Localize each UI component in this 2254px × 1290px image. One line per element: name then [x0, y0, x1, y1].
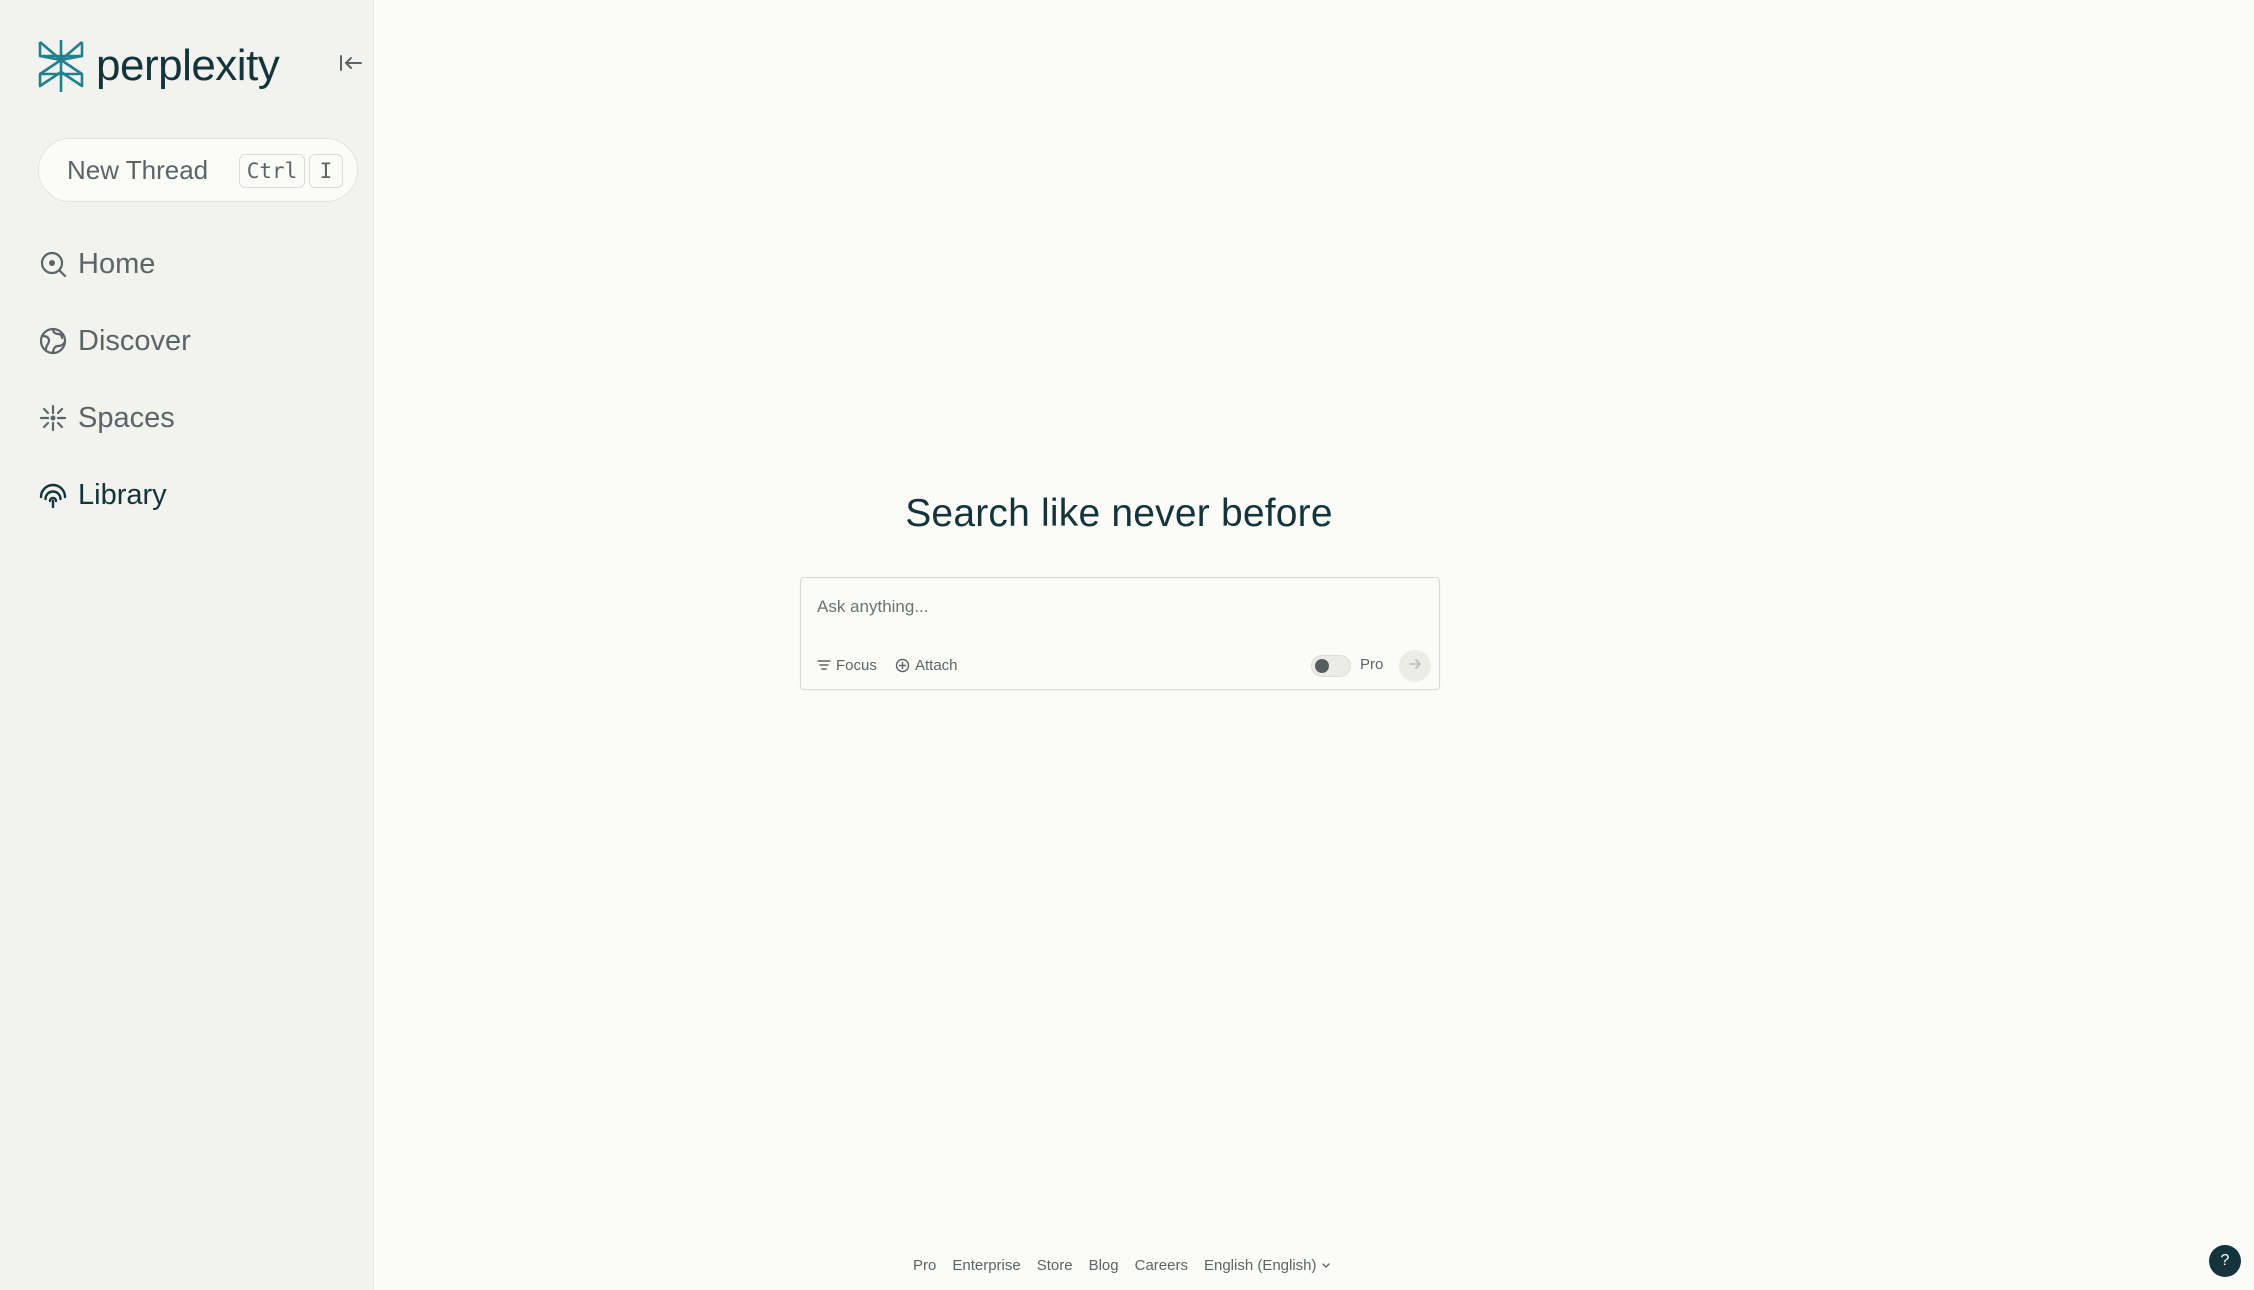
search-input[interactable] [817, 592, 1417, 622]
perplexity-logo-icon [36, 38, 86, 94]
footer-link-store[interactable]: Store [1037, 1257, 1073, 1274]
brand-logo[interactable]: perplexity [36, 38, 280, 94]
sidebar-item-discover[interactable]: Discover [38, 317, 191, 365]
help-button[interactable]: ? [2209, 1245, 2241, 1277]
pro-label: Pro [1360, 656, 1384, 673]
arrow-right-icon [1408, 657, 1422, 676]
footer-link-pro[interactable]: Pro [913, 1257, 936, 1274]
footer: Pro Enterprise Store Blog Careers Englis… [913, 1257, 1331, 1274]
attach-button[interactable]: Attach [895, 654, 958, 676]
help-label: ? [2220, 1252, 2230, 1269]
focus-button[interactable]: Focus [817, 654, 877, 676]
sidebar-item-label: Home [78, 247, 156, 280]
filter-icon [817, 658, 831, 672]
new-thread-button[interactable]: New Thread Ctrl I [38, 138, 358, 202]
sidebar-item-spaces[interactable]: Spaces [38, 394, 175, 442]
search-box: Focus Attach Pro [800, 577, 1440, 690]
sidebar-item-label: Discover [78, 324, 191, 357]
footer-link-enterprise[interactable]: Enterprise [952, 1257, 1020, 1274]
sidebar-item-label: Library [78, 478, 167, 511]
footer-link-careers[interactable]: Careers [1135, 1257, 1188, 1274]
add-circle-icon [895, 658, 910, 673]
focus-label: Focus [836, 656, 877, 674]
new-thread-label: New Thread [67, 154, 209, 185]
chevron-down-icon [1317, 1257, 1331, 1274]
attach-label: Attach [915, 656, 958, 674]
collapse-sidebar-icon [339, 53, 363, 78]
sidebar-item-home[interactable]: Home [38, 240, 155, 288]
language-selector[interactable]: English (English) [1204, 1257, 1331, 1274]
app-window: perplexity New Thread Ctrl I Home Discov… [0, 0, 2254, 1290]
shortcut-key-ctrl: Ctrl [239, 154, 305, 188]
library-icon [38, 480, 68, 510]
toggle-knob [1315, 659, 1329, 673]
collapse-sidebar-button[interactable] [336, 50, 366, 80]
sparkle-icon [38, 403, 68, 433]
home-search-icon [38, 249, 68, 279]
globe-icon [38, 326, 68, 356]
page-title: Search like never before [905, 492, 1333, 535]
sidebar-item-library[interactable]: Library [38, 471, 167, 519]
sidebar-item-label: Spaces [78, 401, 175, 434]
sidebar: perplexity New Thread Ctrl I Home Discov… [0, 0, 374, 1290]
shortcut-key-i: I [309, 154, 343, 188]
submit-button[interactable] [1399, 650, 1431, 682]
pro-toggle[interactable] [1311, 655, 1351, 677]
footer-link-blog[interactable]: Blog [1089, 1257, 1119, 1274]
language-label: English (English) [1203, 1257, 1317, 1274]
brand-name: perplexity [96, 41, 280, 90]
